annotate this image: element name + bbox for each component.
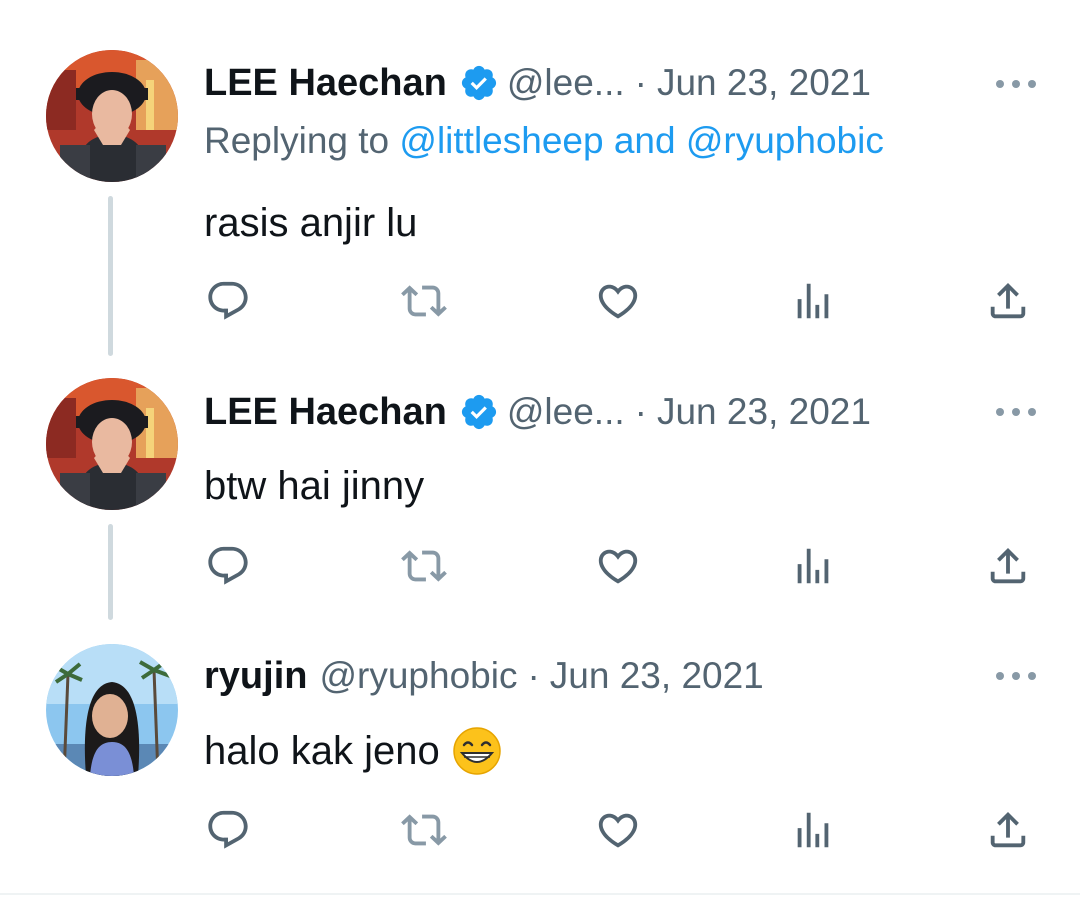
replying-to-label: Replying to	[204, 120, 390, 161]
separator: ·	[634, 391, 647, 432]
verified-badge-icon	[459, 63, 499, 103]
user-handle[interactable]: @ryuphobic	[319, 655, 517, 697]
tweet-header: LEE Haechan @lee... · Jun 23, 2021	[204, 387, 871, 437]
more-dots-icon[interactable]	[996, 666, 1036, 686]
more-dots-icon[interactable]	[996, 74, 1036, 94]
views-icon[interactable]	[786, 541, 840, 591]
bottom-divider	[0, 893, 1080, 895]
tweet-header: ryujin @ryuphobic · Jun 23, 2021	[204, 651, 764, 701]
like-icon[interactable]	[591, 276, 645, 326]
timestamp[interactable]: Jun 23, 2021	[657, 391, 871, 433]
tweet[interactable]: LEE Haechan @lee... · Jun 23, 2021 Reply…	[0, 0, 1080, 360]
avatar[interactable]	[46, 50, 178, 182]
verified-badge-icon	[459, 392, 499, 432]
user-handle[interactable]: @lee...	[507, 62, 625, 104]
views-icon[interactable]	[786, 276, 840, 326]
reply-icon[interactable]	[201, 541, 255, 591]
grinning-face-emoji-icon	[452, 726, 502, 776]
action-bar	[0, 541, 1080, 591]
display-name[interactable]: ryujin	[204, 655, 307, 698]
tweet-text: rasis anjir lu	[204, 200, 418, 245]
timestamp[interactable]: Jun 23, 2021	[550, 655, 764, 697]
reply-icon[interactable]	[201, 276, 255, 326]
timestamp[interactable]: Jun 23, 2021	[657, 62, 871, 104]
like-icon[interactable]	[591, 805, 645, 855]
tweet[interactable]: ryujin @ryuphobic · Jun 23, 2021 halo ka…	[0, 624, 1080, 892]
retweet-icon[interactable]	[397, 541, 451, 591]
replying-to-mentions[interactable]: @littlesheep and @ryuphobic	[399, 120, 883, 161]
avatar[interactable]	[46, 378, 178, 510]
conversation-thread: LEE Haechan @lee... · Jun 23, 2021 Reply…	[0, 0, 1080, 897]
tweet-header: LEE Haechan @lee... · Jun 23, 2021	[204, 58, 871, 108]
retweet-icon[interactable]	[397, 805, 451, 855]
avatar[interactable]	[46, 644, 178, 776]
more-dots-icon[interactable]	[996, 402, 1036, 422]
retweet-icon[interactable]	[397, 276, 451, 326]
user-handle[interactable]: @lee...	[507, 391, 625, 433]
tweet[interactable]: LEE Haechan @lee... · Jun 23, 2021 btw h…	[0, 360, 1080, 624]
display-name[interactable]: LEE Haechan	[204, 391, 447, 434]
tweet-text-content: halo kak jeno	[204, 728, 440, 773]
share-icon[interactable]	[981, 805, 1035, 855]
reply-icon[interactable]	[201, 805, 255, 855]
action-bar	[0, 276, 1080, 326]
separator: ·	[634, 62, 647, 103]
share-icon[interactable]	[981, 541, 1035, 591]
separator: ·	[527, 655, 540, 696]
share-icon[interactable]	[981, 276, 1035, 326]
tweet-text: btw hai jinny	[204, 463, 425, 508]
tweet-text: halo kak jeno	[204, 724, 502, 778]
action-bar	[0, 805, 1080, 855]
like-icon[interactable]	[591, 541, 645, 591]
display-name[interactable]: LEE Haechan	[204, 62, 447, 105]
replying-to: Replying to @littlesheep and @ryuphobic	[204, 120, 884, 162]
views-icon[interactable]	[786, 805, 840, 855]
